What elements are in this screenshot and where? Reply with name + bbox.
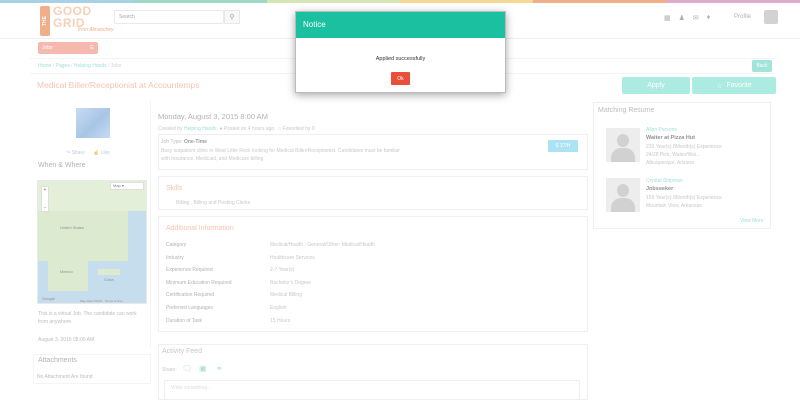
dialog-title: Notice (296, 12, 505, 38)
ok-button[interactable]: Ok (391, 72, 410, 85)
notice-dialog: Notice Applied successfully Ok (295, 11, 506, 93)
dialog-message: Applied successfully (375, 56, 426, 62)
